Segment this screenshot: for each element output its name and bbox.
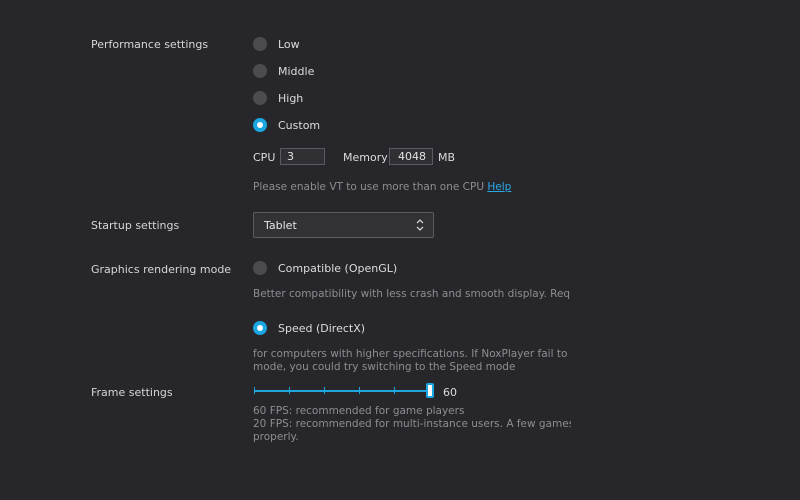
radio-option-compatible[interactable]: Compatible (OpenGL) (253, 259, 397, 277)
radio-button-checked-icon[interactable] (253, 321, 267, 335)
slider-tick (289, 387, 290, 394)
radio-option-low[interactable]: Low (253, 35, 300, 53)
startup-mode-value: Tablet (264, 218, 297, 232)
radio-option-high[interactable]: High (253, 89, 303, 107)
radio-label-compatible: Compatible (OpenGL) (278, 261, 398, 275)
slider-handle[interactable] (426, 383, 434, 398)
startup-settings-label: Startup settings (91, 219, 180, 232)
frame-settings-label: Frame settings (91, 386, 173, 399)
radio-option-custom[interactable]: Custom (253, 116, 320, 134)
fps-description-line-1: 60 FPS: recommended for game players (253, 405, 465, 417)
radio-label-middle: Middle (278, 64, 315, 78)
slider-tick (254, 387, 255, 394)
fps-description-line-3: properly. (253, 431, 299, 443)
radio-label-speed: Speed (DirectX) (278, 321, 366, 335)
radio-button-icon[interactable] (253, 64, 267, 78)
graphics-rendering-label: Graphics rendering mode (91, 263, 232, 276)
cpu-input[interactable] (280, 148, 325, 165)
cpu-label: CPU (253, 151, 276, 164)
radio-option-middle[interactable]: Middle (253, 62, 314, 80)
updown-chevron-icon (416, 219, 424, 231)
slider-tick (324, 387, 325, 394)
vt-hint-text: Please enable VT to use more than one CP… (253, 181, 485, 193)
vt-hint: Please enable VT to use more than one CP… (253, 181, 511, 194)
memory-input[interactable] (389, 148, 433, 165)
slider-track[interactable] (254, 390, 430, 392)
slider-tick (394, 387, 395, 394)
memory-unit-label: MB (438, 151, 456, 164)
radio-button-icon[interactable] (253, 37, 267, 51)
compatible-description: Better compatibility with less crash and… (253, 288, 571, 300)
memory-label: Memory (343, 151, 388, 164)
help-link[interactable]: Help (487, 181, 511, 193)
radio-option-speed[interactable]: Speed (DirectX) (253, 319, 365, 337)
radio-button-icon[interactable] (253, 261, 267, 275)
slider-tick (359, 387, 360, 394)
radio-label-high: High (278, 91, 304, 105)
radio-button-icon[interactable] (253, 91, 267, 105)
startup-mode-select[interactable]: Tablet (253, 212, 434, 238)
fps-value: 60 (443, 386, 457, 399)
radio-label-low: Low (278, 37, 300, 51)
speed-description-line-1: for computers with higher specifications… (253, 348, 571, 360)
speed-description-line-2: mode, you could try switching to the Spe… (253, 361, 516, 373)
radio-label-custom: Custom (278, 118, 321, 132)
performance-settings-label: Performance settings (91, 38, 209, 51)
radio-button-checked-icon[interactable] (253, 118, 267, 132)
fps-description-line-2: 20 FPS: recommended for multi-instance u… (253, 418, 571, 430)
